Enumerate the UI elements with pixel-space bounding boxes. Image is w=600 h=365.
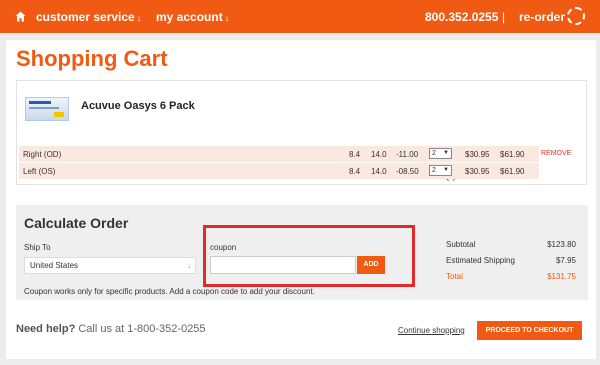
checkout-button[interactable]: PROCEED TO CHECKOUT xyxy=(477,321,582,340)
unit-price: $30.95 xyxy=(465,150,490,159)
nav-separator: | xyxy=(502,10,506,24)
help-text: Need help? Call us at 1-800-352-0255 xyxy=(16,323,206,335)
base-curve: 8.4 xyxy=(349,167,361,176)
refresh-icon[interactable] xyxy=(567,7,585,25)
subtotal-value: $123.80 xyxy=(547,240,576,249)
qty-select[interactable]: 2 ▼ xyxy=(429,148,452,159)
total-label: Total xyxy=(446,272,463,281)
cart-panel: Shopping Cart Acuvue Oasys 6 Pack B D P … xyxy=(6,40,596,359)
help-heading: Need help? xyxy=(16,323,76,335)
shipping-value: $7.95 xyxy=(555,256,576,265)
ship-to-value: United States xyxy=(30,261,79,270)
shipping-label: Estimated Shipping xyxy=(446,256,515,265)
subtotal-label: Subtotal xyxy=(446,240,476,249)
page-title: Shopping Cart xyxy=(16,46,168,71)
my-account-label: my account xyxy=(156,10,223,24)
reorder-link[interactable]: re-order xyxy=(519,10,565,24)
continue-shopping-link[interactable]: Continue shopping xyxy=(398,326,465,335)
calculate-order-section: Calculate Order Ship To United States ↓ … xyxy=(16,205,588,300)
total-value: $131.75 xyxy=(547,272,576,281)
product-name: Acuvue Oasys 6 Pack xyxy=(81,100,195,112)
help-phone: Call us at 1-800-352-0255 xyxy=(75,323,206,335)
caret-down-icon: ▼ xyxy=(443,167,449,173)
my-account-menu[interactable]: my account ↓ xyxy=(156,10,229,24)
cart-row-right: Right (OD) 8.4 14.0 -11.00 2 ▼ $30.95 $61… xyxy=(19,146,539,162)
caret-down-icon: ▼ xyxy=(443,150,449,156)
line-total: $61.90 xyxy=(500,150,525,159)
line-total: $61.90 xyxy=(500,167,525,176)
top-nav-bar: customer service ↓ my account ↓ 800.352.02… xyxy=(0,0,600,33)
arrow-down-icon: ↓ xyxy=(224,13,230,23)
power: -08.50 xyxy=(396,167,419,176)
diameter: 14.0 xyxy=(371,167,387,176)
diameter: 14.0 xyxy=(371,150,387,159)
base-curve: 8.4 xyxy=(349,150,361,159)
product-thumbnail xyxy=(25,97,69,121)
home-icon[interactable] xyxy=(15,11,26,22)
customer-service-menu[interactable]: customer service ↓ xyxy=(36,10,141,24)
qty-value: 2 xyxy=(432,167,436,174)
eye-label: Left (OS) xyxy=(23,167,56,176)
customer-service-label: customer service xyxy=(36,10,135,24)
remove-link[interactable]: REMOVE xyxy=(541,150,571,157)
qty-select[interactable]: 2 ▼ xyxy=(429,165,452,176)
power: -11.00 xyxy=(396,150,419,159)
arrow-down-icon: ↓ xyxy=(187,261,191,270)
ship-to-select[interactable]: United States ↓ xyxy=(24,257,196,274)
qty-value: 2 xyxy=(432,150,436,157)
phone-number[interactable]: 800.352.0255 xyxy=(425,10,498,24)
unit-price: $30.95 xyxy=(465,167,490,176)
coupon-note: Coupon works only for specific products.… xyxy=(24,287,315,296)
eye-label: Right (OD) xyxy=(23,150,62,159)
cart-row-left: Left (OS) 8.4 14.0 -08.50 2 ▼ $30.95 $61.… xyxy=(19,163,539,179)
arrow-down-icon: ↓ xyxy=(136,13,142,23)
highlight-box xyxy=(203,225,415,287)
ship-to-label: Ship To xyxy=(24,243,51,252)
calculate-order-title: Calculate Order xyxy=(24,215,129,231)
